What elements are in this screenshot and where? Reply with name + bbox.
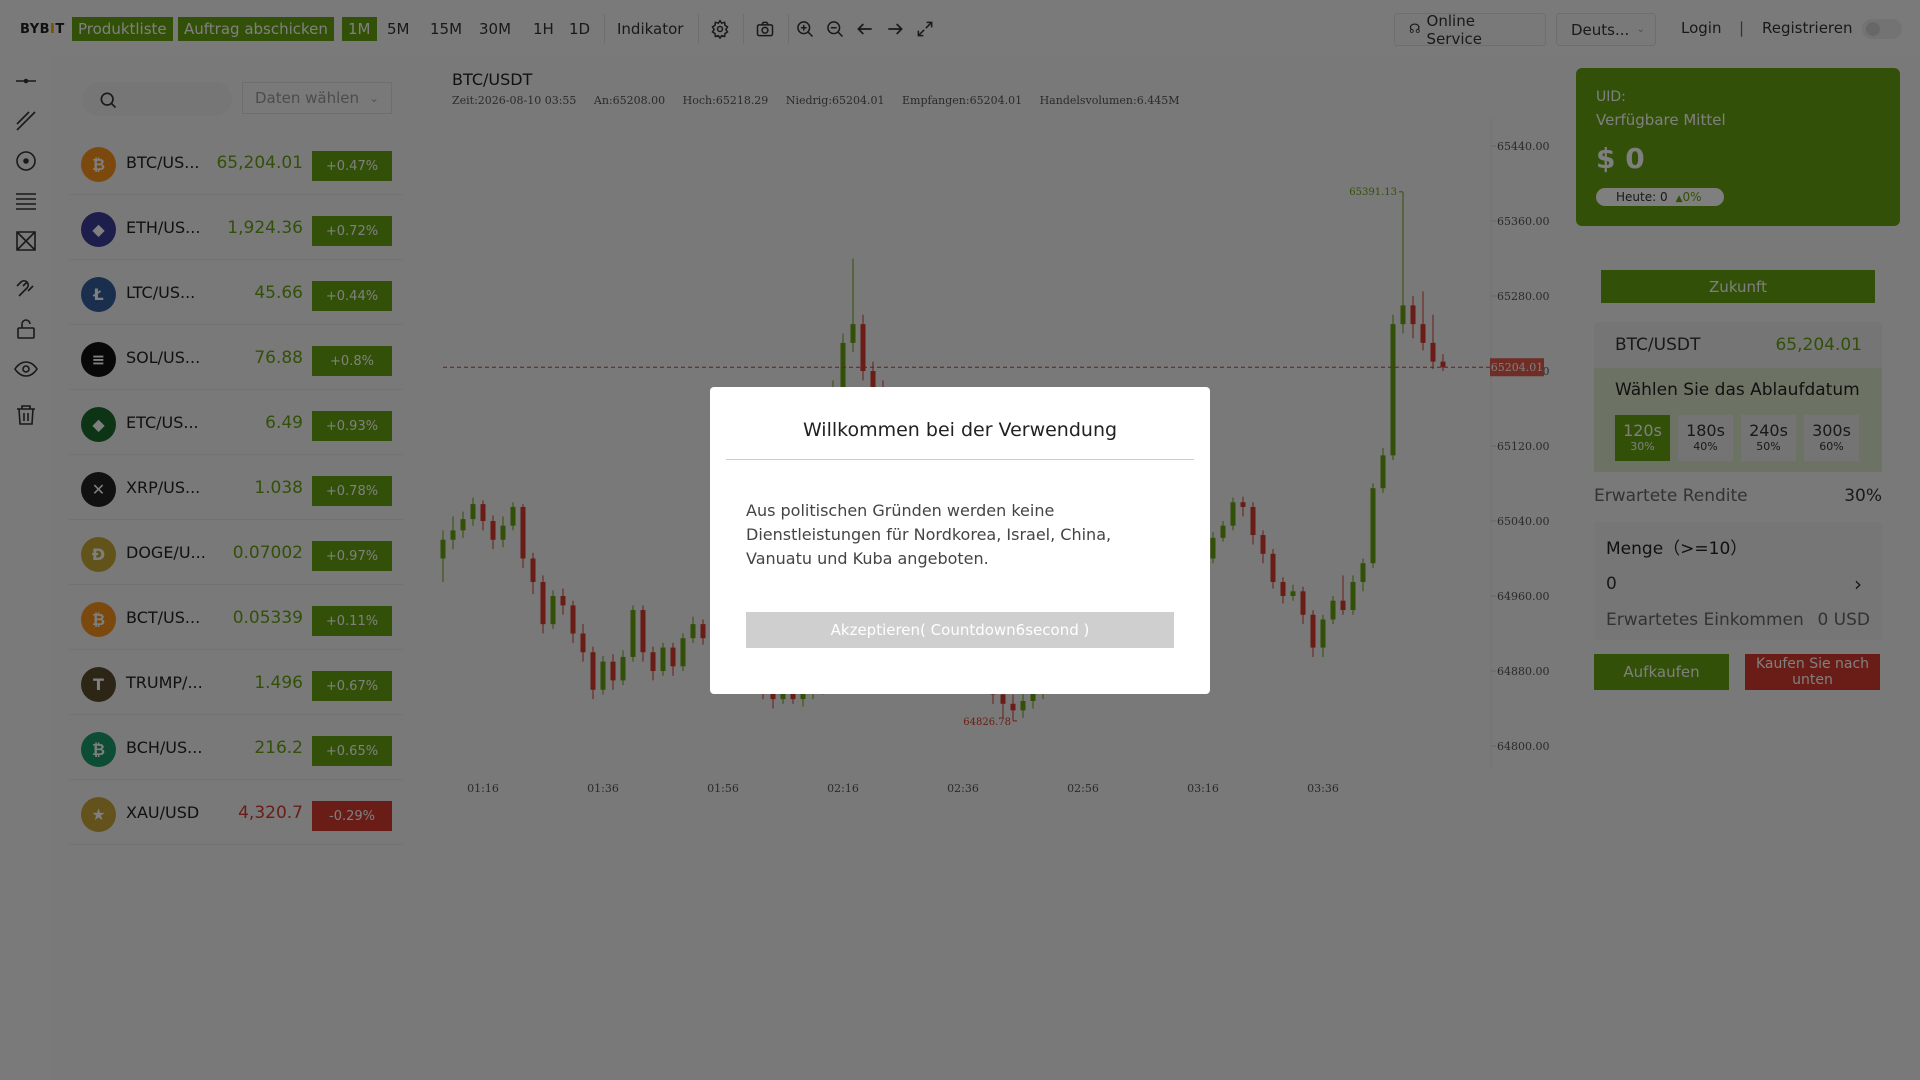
modal-title: Willkommen bei der Verwendung	[802, 419, 1118, 441]
accept-button[interactable]: Akzeptieren( Countdown6second )	[746, 612, 1174, 648]
modal-divider	[726, 459, 1194, 460]
welcome-modal: Willkommen bei der Verwendung Aus politi…	[710, 387, 1210, 694]
modal-body: Aus politischen Gründen werden keine Die…	[746, 501, 1112, 568]
